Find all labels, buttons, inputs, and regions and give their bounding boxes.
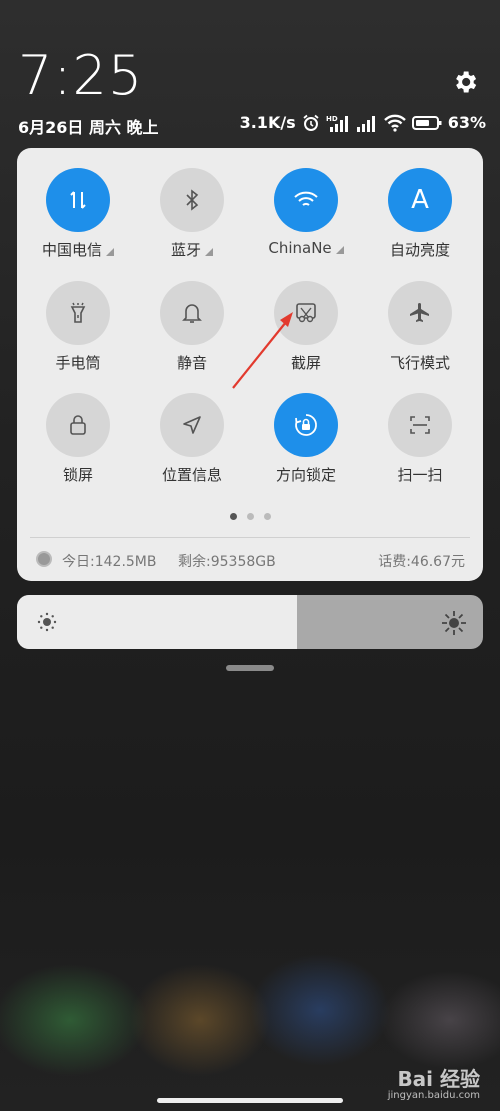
divider: [30, 537, 470, 538]
annotation-arrow: [232, 312, 293, 389]
brightness-high-icon: [442, 611, 466, 635]
brightness-low-icon: [37, 612, 57, 632]
page-dot[interactable]: [229, 513, 237, 520]
phone-balance: 话费:46.67元: [378, 554, 465, 570]
home-indicator[interactable]: [157, 1098, 343, 1103]
page-indicator: [17, 513, 483, 520]
data-usage-bar[interactable]: 今日:142.5MB 剩余:95358GB 话费:46.67元: [34, 549, 465, 571]
panel-drag-handle[interactable]: [226, 665, 274, 671]
watermark-logo: Bai 经验: [397, 1067, 480, 1091]
watermark-site: jingyan.baidu.com: [387, 1090, 480, 1101]
today-usage: 今日:142.5MB: [62, 554, 157, 570]
page-dot[interactable]: [246, 513, 254, 520]
remaining-data: 剩余:95358GB: [178, 554, 276, 570]
brightness-slider[interactable]: [17, 595, 483, 649]
usage-ring-icon: [36, 551, 52, 567]
page-dot[interactable]: [263, 513, 271, 520]
